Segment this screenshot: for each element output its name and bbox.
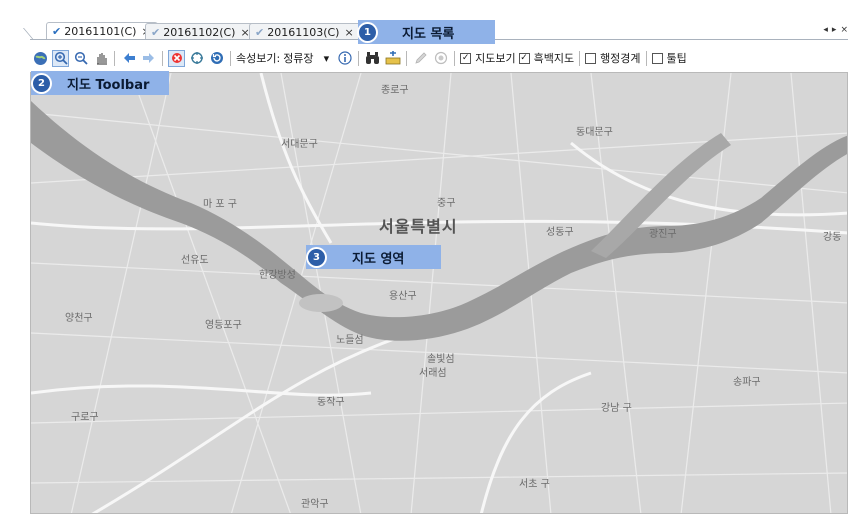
- map-label: 영등포구: [205, 320, 242, 331]
- window-controls: ◂ ▸ ×: [823, 25, 848, 35]
- attribute-view-select[interactable]: 정류장 ▾: [283, 50, 333, 66]
- tab-label: 20161101(C): [64, 25, 137, 38]
- scroll-left-icon[interactable]: ◂: [823, 25, 828, 35]
- tab-20161102[interactable]: ✔ 20161102(C) ×: [145, 23, 257, 40]
- close-window-icon[interactable]: ×: [840, 25, 848, 35]
- callout-label: 지도 Toolbar: [67, 77, 150, 93]
- pan-hand-icon[interactable]: [92, 50, 109, 67]
- record-icon[interactable]: [432, 50, 449, 67]
- checkbox-unchecked-icon[interactable]: [651, 52, 663, 64]
- map-label: 용산구: [389, 291, 417, 302]
- callout-label: 지도 목록: [402, 26, 455, 42]
- tab-20161103[interactable]: ✔ 20161103(C) ×: [249, 23, 361, 40]
- map-tab-strip: ✔ 20161101(C) × ✔ 20161102(C) × ✔ 201611…: [0, 0, 856, 44]
- map-label: 솔빛섬: [427, 354, 455, 365]
- callout-badge: 3: [308, 249, 325, 266]
- map-label: 강남 구: [601, 403, 632, 414]
- toolbar-separator: [358, 50, 360, 66]
- zoom-out-icon[interactable]: [72, 50, 89, 67]
- map-label: 동작구: [317, 397, 345, 408]
- checkbox-checked-icon[interactable]: ✓: [518, 52, 530, 64]
- toolbar-separator: [114, 50, 115, 66]
- map-label-city: 서울특별시: [379, 217, 458, 236]
- tab-label: 20161102(C): [163, 25, 236, 39]
- map-label: 광진구: [649, 229, 677, 240]
- map-label: 중구: [437, 198, 456, 209]
- globe-icon[interactable]: [32, 50, 49, 67]
- checkbox-label: 행정경계: [600, 52, 641, 65]
- callout-label: 지도 영역: [352, 251, 405, 267]
- back-arrow-icon[interactable]: [120, 50, 137, 67]
- toolbar-separator: [454, 50, 456, 66]
- pencil-icon[interactable]: [412, 50, 429, 67]
- map-label: 송파구: [733, 377, 761, 388]
- dropdown-arrow-icon: ▾: [323, 51, 330, 65]
- checkbox-label: 툴팁: [666, 52, 687, 65]
- map-label: 구로구: [71, 412, 99, 423]
- callout-badge: 1: [359, 24, 376, 41]
- map-label: 서래섬: [419, 368, 447, 379]
- toolbar-separator: [230, 50, 231, 66]
- map-label: 동대문구: [576, 127, 613, 138]
- close-icon[interactable]: ×: [344, 26, 353, 39]
- map-label: 서대문구: [281, 139, 318, 150]
- map-label: 노들섬: [336, 335, 364, 346]
- checkbox-checked-icon[interactable]: ✓: [460, 52, 472, 64]
- zoom-in-icon[interactable]: [52, 49, 69, 67]
- map-label: 강동: [823, 232, 842, 243]
- checkbox-grayscale-map[interactable]: ✓ 흑백지도: [518, 50, 575, 66]
- tab-label: 20161103(C): [267, 25, 340, 39]
- map-label: 양천구: [65, 313, 93, 324]
- check-icon: ✔: [151, 25, 161, 39]
- callout-map-list: 지도 목록: [358, 20, 495, 44]
- toolbar-separator: [162, 50, 163, 66]
- callout-map-toolbar: 지도 Toolbar: [31, 71, 169, 95]
- map-label: 선유도: [181, 255, 209, 266]
- map-toolbar: 속성보기: 정류장 ▾ ✓ 지도보기 ✓ 흑백지도 행정경계 툴팁: [30, 47, 848, 69]
- checkbox-label: 지도보기: [475, 52, 516, 65]
- map-area[interactable]: 종로구 서대문구 동대문구 마 포 구 중구 서울특별시 성동구 광진구 강동 …: [30, 72, 848, 514]
- island: [299, 294, 343, 312]
- toolbar-separator: [645, 50, 647, 66]
- checkbox-tooltip[interactable]: 툴팁: [651, 50, 687, 66]
- check-icon: ✔: [255, 25, 265, 39]
- map-label: 한강방성: [259, 270, 296, 281]
- add-layer-icon[interactable]: [384, 50, 401, 67]
- checkbox-map-view[interactable]: ✓ 지도보기: [460, 50, 516, 66]
- checkbox-unchecked-icon[interactable]: [585, 52, 597, 64]
- map-label: 성동구: [546, 227, 574, 238]
- callout-map-area: 지도 영역: [306, 245, 441, 269]
- forward-arrow-icon[interactable]: [140, 50, 157, 67]
- scroll-right-icon[interactable]: ▸: [832, 25, 837, 35]
- toolbar-separator: [406, 50, 408, 66]
- checkbox-label: 흑백지도: [533, 52, 575, 65]
- check-icon: ✔: [52, 25, 62, 38]
- map-label: 관악구: [301, 499, 329, 510]
- attribute-view-label: 속성보기:: [236, 52, 281, 65]
- refresh-icon[interactable]: [208, 50, 225, 67]
- toolbar-separator: [579, 50, 581, 66]
- tab-20161101[interactable]: ✔ 20161101(C) ×: [46, 22, 158, 40]
- map-canvas: [31, 73, 847, 513]
- attribute-view-value: 정류장: [283, 52, 314, 65]
- info-icon[interactable]: [336, 50, 353, 67]
- binoculars-icon[interactable]: [364, 50, 381, 67]
- map-label: 종로구: [381, 85, 409, 96]
- clear-selection-icon[interactable]: [168, 49, 185, 67]
- callout-badge: 2: [33, 75, 50, 92]
- checkbox-admin-boundary[interactable]: 행정경계: [585, 50, 641, 66]
- full-extent-icon[interactable]: [188, 50, 205, 67]
- map-label: 서초 구: [519, 479, 550, 490]
- map-label: 마 포 구: [203, 199, 237, 210]
